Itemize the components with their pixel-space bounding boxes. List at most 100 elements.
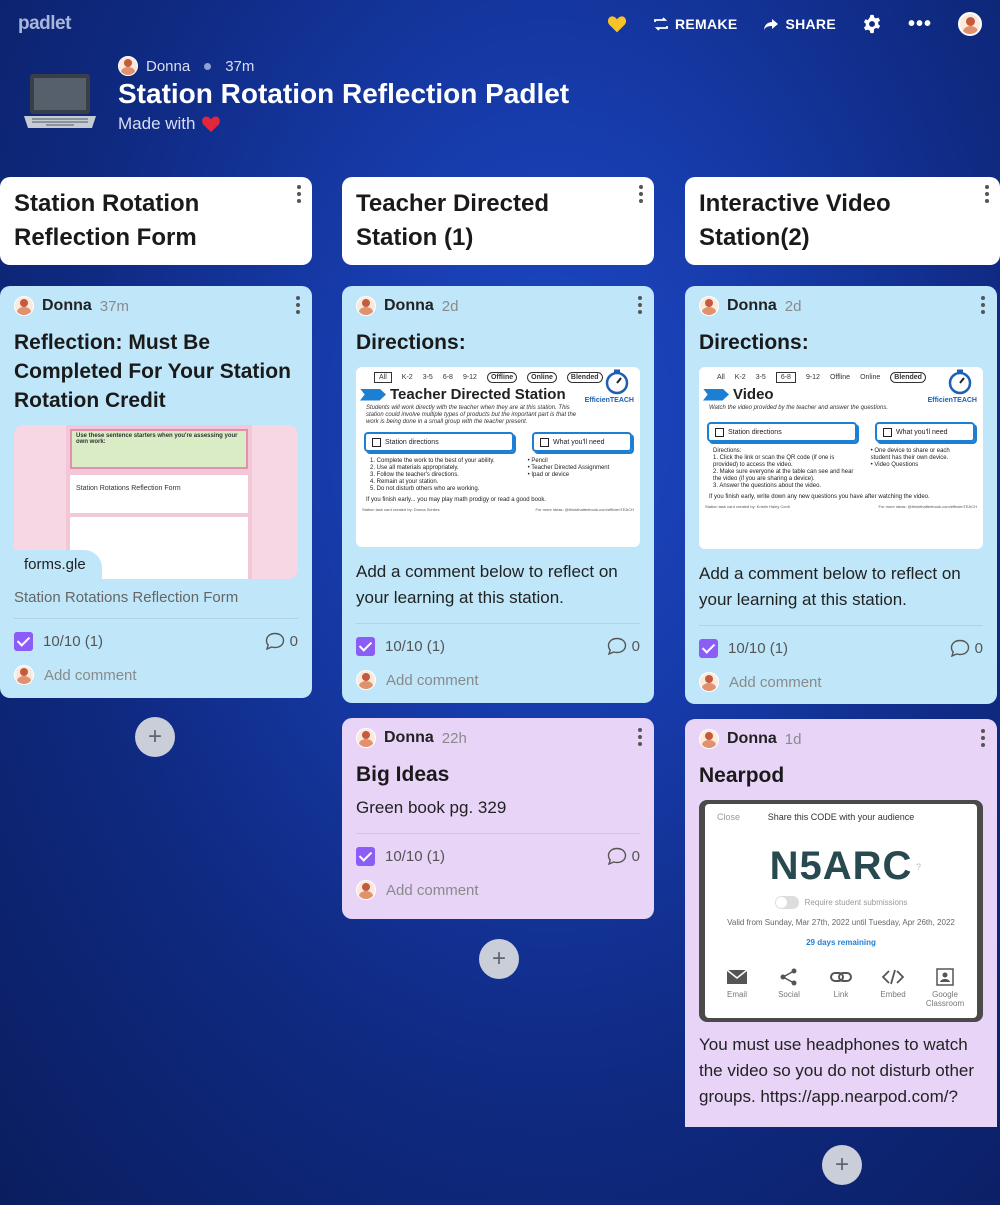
post-menu-icon[interactable] — [295, 296, 301, 314]
post-meta: 10/10 (1) 0 — [14, 629, 298, 653]
rating[interactable]: 10/10 (1) — [356, 846, 446, 866]
step-item: 3. Follow the teacher's directions. — [370, 472, 459, 478]
finish-early-note: If you finish early, write down any new … — [709, 494, 930, 500]
commenter-avatar — [356, 670, 376, 690]
post-card[interactable]: Donna 37m Reflection: Must Be Completed … — [0, 286, 312, 698]
what-you-need-box: What you'll need — [875, 422, 975, 442]
share-arrow-icon — [764, 19, 779, 30]
footer-right: For more ideas: @thinkthatteebook.com/ef… — [878, 504, 977, 509]
checkbox-icon[interactable] — [356, 636, 375, 656]
stopwatch-icon — [948, 369, 972, 395]
separator-dot — [204, 62, 212, 70]
add-post-button[interactable]: + — [135, 717, 175, 757]
column-title: Teacher Directed Station (1) — [356, 190, 549, 251]
checkbox-icon[interactable] — [14, 631, 33, 651]
post-card[interactable]: Donna 1d Nearpod Close Share this CODE w… — [685, 719, 997, 1127]
add-comment-button[interactable]: Add comment — [356, 670, 640, 690]
gear-icon[interactable] — [862, 14, 882, 34]
add-comment-button[interactable]: Add comment — [14, 665, 298, 685]
post-menu-icon[interactable] — [980, 729, 986, 747]
toggle-switch — [774, 896, 799, 909]
comment-count[interactable]: 0 — [950, 639, 983, 657]
author-avatar — [356, 296, 376, 316]
rating-value: 10/10 (1) — [43, 632, 104, 650]
comment-bubble-icon — [607, 847, 626, 865]
comment-count[interactable]: 0 — [607, 847, 640, 865]
nearpod-screenshot[interactable]: Close Share this CODE with your audience… — [699, 800, 983, 1022]
rating-value: 10/10 (1) — [385, 847, 446, 865]
mode-pill: Online — [860, 374, 881, 381]
post-author: Donna 2d — [356, 296, 640, 316]
column-menu-icon[interactable] — [638, 185, 644, 203]
post-card[interactable]: Donna 22h Big Ideas Green book pg. 329 1… — [342, 718, 654, 919]
laptop-icon — [24, 74, 96, 128]
share-button[interactable]: SHARE — [763, 16, 836, 32]
grade-filters: All K-2 3-5 6-8 9-12 Offline Online Blen… — [699, 367, 983, 383]
red-heart-icon — [202, 116, 221, 133]
need-item: • One device to share or each student ha… — [870, 448, 950, 461]
station-directions-box: Station directions — [364, 432, 514, 452]
rating[interactable]: 10/10 (1) — [356, 636, 445, 656]
share-tool: Link — [818, 968, 864, 1008]
rating-value: 10/10 (1) — [728, 639, 789, 657]
mode-pill: Blended — [890, 372, 926, 383]
add-comment-label: Add comment — [44, 666, 137, 684]
station-card-image[interactable]: All K-2 3-5 6-8 9-12 Offline Online Blen… — [699, 367, 983, 549]
post-menu-icon[interactable] — [980, 296, 986, 314]
remake-label: REMAKE — [674, 16, 738, 32]
rating[interactable]: 10/10 (1) — [14, 631, 104, 651]
column-menu-icon[interactable] — [296, 185, 302, 203]
add-post-button[interactable]: + — [822, 1145, 862, 1185]
comment-count-value: 0 — [631, 847, 640, 865]
step-item: 2. Use all materials appropriately. — [370, 465, 459, 471]
station-card-image[interactable]: All K-2 3-5 6-8 9-12 Offline Online Blen… — [356, 367, 640, 547]
social-share-icon — [780, 968, 797, 986]
link-preview[interactable]: Use these sentence starters when you're … — [14, 425, 298, 579]
brand-label: EfficienTEACH — [584, 397, 634, 404]
column-menu-icon[interactable] — [984, 185, 990, 203]
remake-button[interactable]: REMAKE — [653, 16, 737, 32]
author-name: Donna — [42, 297, 92, 314]
post-meta: 10/10 (1) 0 — [356, 634, 640, 658]
heart-icon[interactable] — [607, 14, 627, 34]
image-heading: Video — [733, 386, 774, 403]
filter-label: 9-12 — [805, 374, 820, 381]
add-comment-button[interactable]: Add comment — [356, 880, 640, 900]
arrow-icon — [703, 388, 729, 401]
subtitle-text: Made with — [118, 114, 196, 133]
post-menu-icon[interactable] — [637, 728, 643, 746]
rating[interactable]: 10/10 (1) — [699, 638, 789, 658]
post-author: Donna 37m — [14, 296, 298, 316]
comment-bubble-icon — [265, 632, 284, 650]
image-lists: Directions: 1. Click the link or scan th… — [699, 442, 983, 490]
step-item: 5. Do not disturb others who are working… — [370, 486, 480, 492]
user-avatar[interactable] — [958, 12, 982, 36]
brand-label: EfficienTEACH — [927, 397, 977, 404]
more-options-icon[interactable]: ••• — [908, 14, 932, 34]
plus-icon: + — [834, 1151, 849, 1178]
checkbox-icon[interactable] — [699, 638, 718, 658]
filter-label: K-2 — [734, 374, 746, 381]
filter-label: 3-5 — [422, 374, 433, 381]
padlet-logo[interactable]: padlet — [18, 13, 71, 35]
post-card[interactable]: Donna 2d Directions: All K-2 3-5 6-8 9-1… — [342, 286, 654, 703]
comment-count[interactable]: 0 — [265, 632, 298, 650]
post-title: Directions: — [699, 331, 809, 354]
add-comment-button[interactable]: Add comment — [699, 672, 983, 692]
post-card[interactable]: Donna 2d Directions: All K-2 3-5 6-8 9-1… — [685, 286, 997, 704]
post-menu-icon[interactable] — [637, 296, 643, 314]
plus-icon: + — [147, 723, 162, 750]
tool-label: Email — [726, 990, 747, 999]
padlet-header: Donna 37m Station Rotation Reflection Pa… — [18, 54, 718, 144]
comment-count[interactable]: 0 — [607, 637, 640, 655]
add-post-button[interactable]: + — [479, 939, 519, 979]
post-body: Add a comment below to reflect on your l… — [699, 564, 961, 609]
checkbox-icon[interactable] — [356, 846, 375, 866]
post-title: Directions: — [356, 331, 466, 354]
share-tool: Embed — [870, 968, 916, 1008]
footer-left: Station task card created by: Donna Schi… — [362, 507, 440, 512]
share-label: SHARE — [785, 16, 836, 32]
share-tool: Email — [714, 968, 760, 1008]
post-time: 22h — [441, 729, 467, 747]
post-meta: 10/10 (1) 0 — [699, 636, 983, 660]
